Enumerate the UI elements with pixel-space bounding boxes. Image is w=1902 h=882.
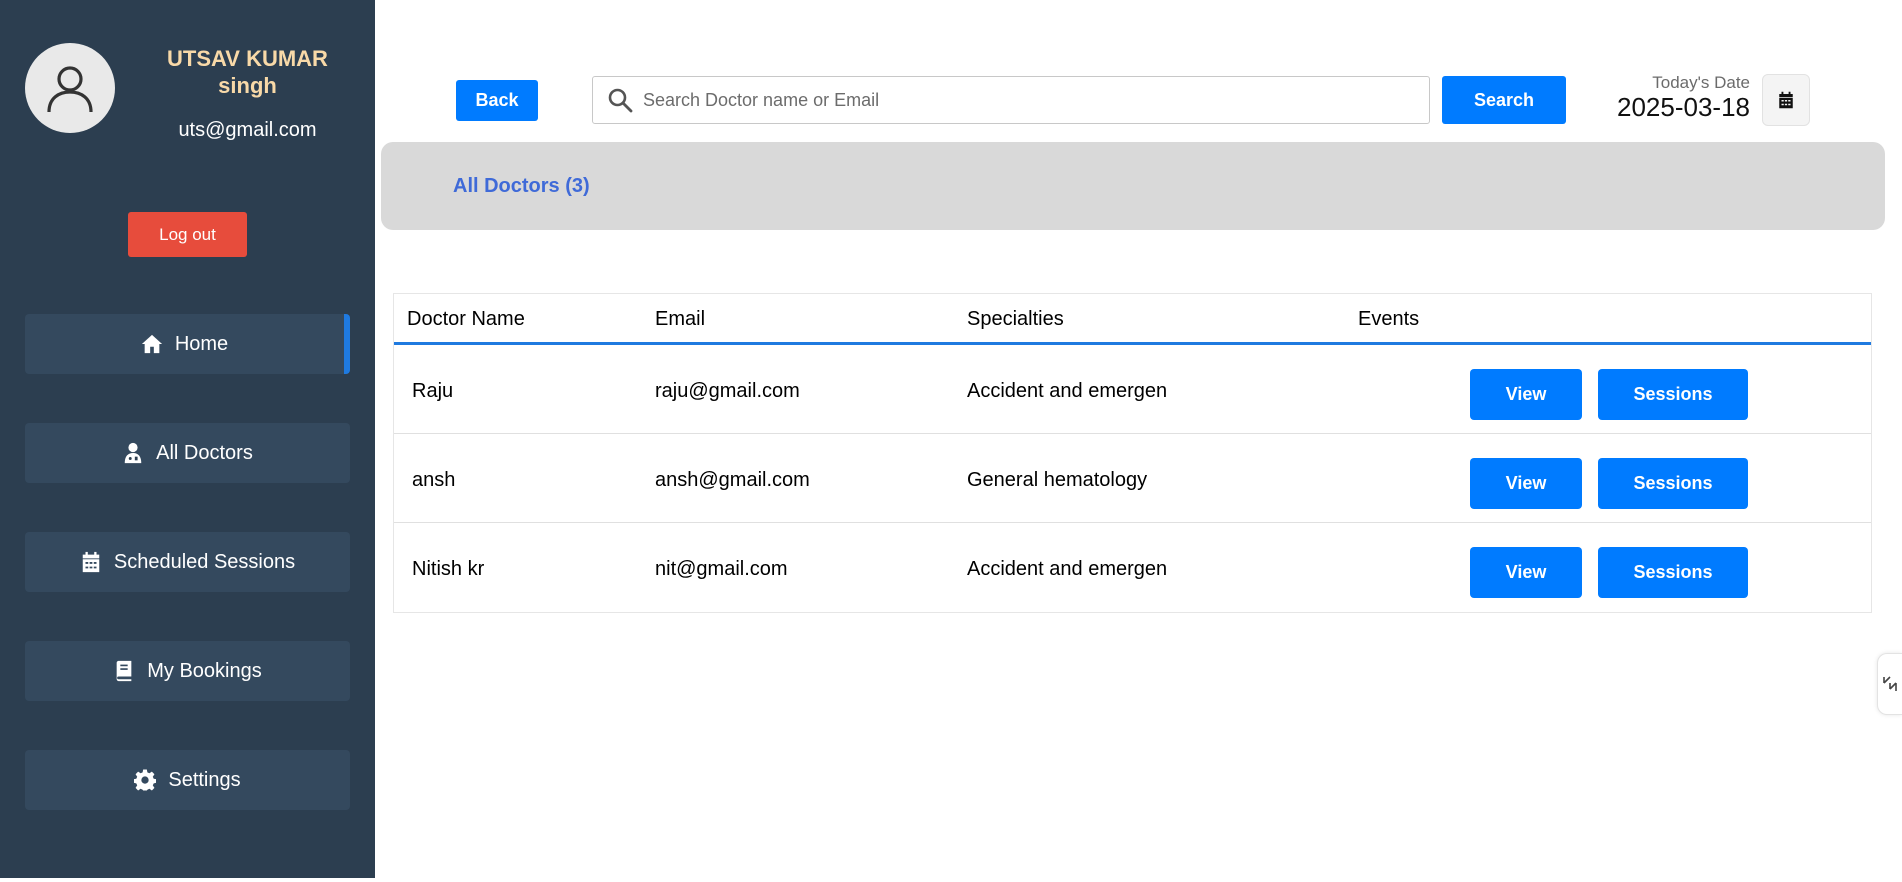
view-button[interactable]: View — [1470, 369, 1582, 420]
doctor-name: ansh — [412, 469, 456, 491]
user-avatar-icon — [47, 66, 93, 113]
sidebar-item-label: Settings — [168, 768, 241, 791]
logout-button[interactable]: Log out — [128, 212, 247, 257]
column-header-specialties: Specialties — [967, 308, 1064, 330]
home-icon — [141, 334, 162, 354]
doctor-email: ansh@gmail.com — [655, 469, 810, 491]
view-button[interactable]: View — [1470, 547, 1582, 598]
date-label: Today's Date — [1652, 73, 1750, 92]
back-button[interactable]: Back — [456, 80, 538, 121]
sessions-button[interactable]: Sessions — [1598, 458, 1748, 509]
sidebar-item-all-doctors[interactable]: All Doctors — [25, 423, 350, 483]
avatar — [25, 43, 115, 133]
search-input[interactable] — [643, 89, 1403, 111]
doctor-name: Raju — [412, 380, 454, 402]
doctors-table: Doctor Name Email Specialties Events Raj… — [393, 293, 1872, 613]
calendar-icon — [1779, 91, 1793, 109]
side-widget-tab[interactable] — [1877, 653, 1902, 715]
sessions-button[interactable]: Sessions — [1598, 369, 1748, 420]
column-header-doctor-name: Doctor Name — [407, 308, 525, 330]
gear-icon — [134, 769, 157, 791]
sidebar-item-label: My Bookings — [147, 659, 262, 682]
doctor-specialty: General hematology — [967, 469, 1148, 491]
doctor-specialty: Accident and emergen — [967, 380, 1168, 402]
search-button[interactable]: Search — [1442, 76, 1566, 124]
table-row: Nitish kr nit@gmail.com Accident and eme… — [394, 523, 1871, 612]
view-button[interactable]: View — [1470, 458, 1582, 509]
column-header-events: Events — [1358, 308, 1420, 330]
page-banner: All Doctors (3) — [381, 142, 1885, 230]
user-email: uts@gmail.com — [178, 119, 317, 141]
search-box — [592, 76, 1430, 124]
doctor-email: raju@gmail.com — [655, 380, 800, 402]
sidebar-item-label: All Doctors — [156, 441, 253, 464]
sidebar-item-my-bookings[interactable]: My Bookings — [25, 641, 350, 701]
table-header: Doctor Name Email Specialties Events — [394, 294, 1871, 345]
sidebar-item-label: Scheduled Sessions — [113, 550, 296, 573]
sidebar-item-settings[interactable]: Settings — [25, 750, 350, 810]
calendar-button[interactable] — [1762, 74, 1810, 126]
doctor-name: Nitish kr — [412, 558, 485, 580]
user-name: UTSAV KUMAR singh — [167, 46, 328, 98]
column-header-email: Email — [655, 308, 706, 330]
sidebar-item-home[interactable]: Home — [25, 314, 350, 374]
sidebar-item-label: Home — [174, 332, 229, 355]
doctor-icon — [124, 442, 142, 464]
sidebar: UTSAV KUMAR singh uts@gmail.com Log out … — [0, 0, 375, 878]
sidebar-item-scheduled-sessions[interactable]: Scheduled Sessions — [25, 532, 350, 592]
table-row: Raju raju@gmail.com Accident and emergen… — [394, 345, 1871, 434]
page-title: All Doctors (3) — [453, 175, 590, 197]
doctor-specialty: Accident and emergen — [967, 558, 1168, 580]
book-icon — [116, 660, 132, 682]
calendar-icon — [82, 551, 100, 573]
sessions-button[interactable]: Sessions — [1598, 547, 1748, 598]
date-value: 2025-03-18 — [1617, 92, 1750, 122]
search-icon — [608, 88, 633, 113]
translate-icon — [1883, 676, 1897, 691]
table-row: ansh ansh@gmail.com General hematology V… — [394, 434, 1871, 523]
doctor-email: nit@gmail.com — [655, 558, 788, 580]
